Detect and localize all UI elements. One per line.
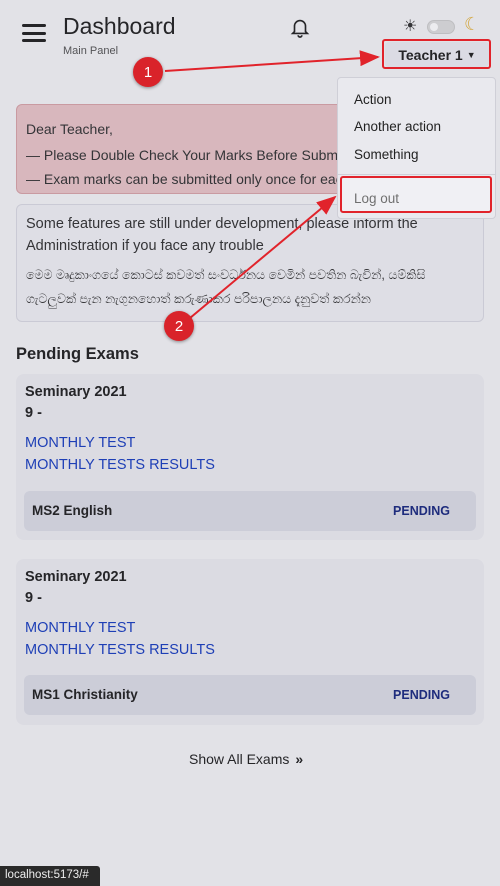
page: Dashboard Main Panel ☀ ☾ Teacher 1 ▼ Dea… bbox=[0, 0, 500, 886]
arrow-to-logout bbox=[189, 195, 337, 319]
step-badge-2: 2 bbox=[164, 311, 194, 341]
arrow-to-user-menu bbox=[164, 50, 380, 72]
step-badge-1: 1 bbox=[133, 57, 163, 87]
browser-status-url: localhost:5173/# bbox=[0, 866, 100, 886]
annotation-arrows bbox=[164, 50, 380, 319]
